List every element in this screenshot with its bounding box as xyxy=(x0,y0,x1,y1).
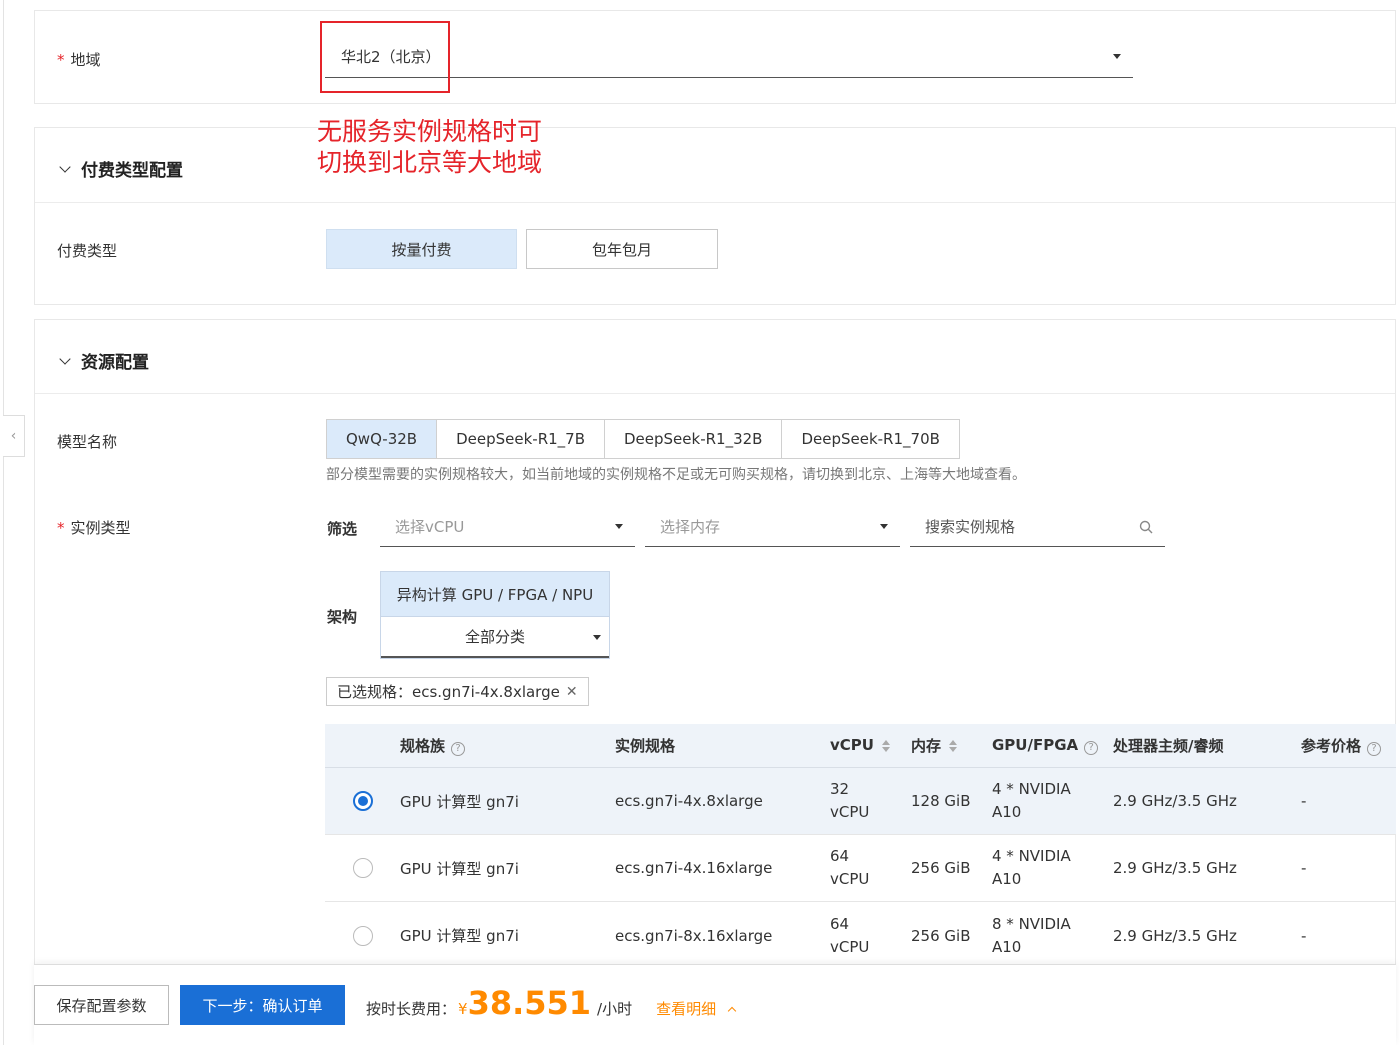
col-header-freq: 处理器主频/睿频 xyxy=(1113,737,1224,755)
vcpu-placeholder: 选择vCPU xyxy=(395,518,465,536)
billing-section-header[interactable]: 付费类型配置 xyxy=(57,156,183,181)
subscription-option[interactable]: 包年包月 xyxy=(526,229,718,269)
model-tabs: QwQ-32B DeepSeek-R1_7B DeepSeek-R1_32B D… xyxy=(326,419,960,459)
search-placeholder: 搜索实例规格 xyxy=(925,518,1016,536)
price-unit: /小时 xyxy=(597,1000,633,1018)
help-icon[interactable]: ? xyxy=(1367,741,1382,756)
divider xyxy=(35,393,1395,394)
billing-label: 付费类型 xyxy=(57,242,118,260)
col-header-spec: 实例规格 xyxy=(615,737,676,755)
chevron-down-icon xyxy=(59,160,71,173)
caret-down-icon xyxy=(880,524,888,529)
help-icon[interactable]: ? xyxy=(451,741,466,756)
filter-label: 筛选 xyxy=(327,520,358,538)
billing-panel: 付费类型配置 付费类型 按量付费 包年包月 xyxy=(34,127,1396,305)
search-icon xyxy=(1139,520,1153,533)
region-highlight-box xyxy=(320,21,450,93)
table-row[interactable]: GPU 计算型 gn7i ecs.gn7i-8x.16xlarge 64 vCPU… xyxy=(325,902,1396,969)
region-label: * 地域 xyxy=(57,51,101,69)
memory-select[interactable]: 选择内存 xyxy=(645,507,900,547)
currency-symbol: ¥ xyxy=(458,1000,468,1018)
arch-option-heterogeneous[interactable]: 异构计算 GPU / FPGA / NPU xyxy=(381,572,609,617)
tab-model-deepseek-r1-70b[interactable]: DeepSeek-R1_70B xyxy=(782,420,959,458)
arch-label: 架构 xyxy=(327,608,358,626)
tab-model-deepseek-r1-32b[interactable]: DeepSeek-R1_32B xyxy=(605,420,783,458)
required-mark: * xyxy=(57,51,65,69)
divider xyxy=(35,202,1395,203)
row-radio[interactable] xyxy=(352,858,373,878)
region-panel: * 地域 华北2（北京） xyxy=(34,10,1396,104)
col-header-family: 规格族? xyxy=(400,735,615,756)
instance-type-label: * 实例类型 xyxy=(57,519,131,537)
model-hint: 部分模型需要的实例规格较大，如当前地域的实例规格不足或无可购买规格，请切换到北京… xyxy=(326,467,1026,483)
vcpu-select[interactable]: 选择vCPU xyxy=(380,507,635,547)
memory-placeholder: 选择内存 xyxy=(660,518,721,536)
row-radio[interactable] xyxy=(352,791,373,811)
col-header-price: 参考价格? xyxy=(1301,735,1396,756)
col-header-vcpu[interactable]: vCPU xyxy=(830,734,911,757)
tab-model-deepseek-r1-7b[interactable]: DeepSeek-R1_7B xyxy=(437,420,605,458)
close-icon[interactable]: ✕ xyxy=(566,684,578,700)
annotation-text: 无服务实例规格时可 切换到北京等大地域 xyxy=(317,117,543,177)
selected-spec-tag: 已选规格：ecs.gn7i-4x.8xlarge ✕ xyxy=(326,677,589,706)
next-confirm-order-button[interactable]: 下一步：确认订单 xyxy=(180,985,345,1025)
col-header-gpu: GPU/FPGA? xyxy=(992,734,1113,757)
arch-selector: 异构计算 GPU / FPGA / NPU 全部分类 xyxy=(380,571,610,659)
model-label: 模型名称 xyxy=(57,433,118,451)
col-header-memory[interactable]: 内存 xyxy=(911,735,992,756)
caret-down-icon xyxy=(1113,53,1121,59)
sort-icon[interactable] xyxy=(949,739,958,752)
chevron-down-icon xyxy=(59,352,71,365)
price-value: 38.551 xyxy=(467,984,592,1022)
row-radio[interactable] xyxy=(352,925,373,946)
chevron-up-icon xyxy=(727,1006,737,1016)
required-mark: * xyxy=(57,519,65,537)
sort-icon[interactable] xyxy=(881,739,890,752)
caret-down-icon xyxy=(593,635,601,640)
resource-section-header[interactable]: 资源配置 xyxy=(57,348,149,373)
view-details-link[interactable]: 查看明细 xyxy=(656,998,737,1019)
sidebar-collapse-handle[interactable]: ‹ xyxy=(3,415,25,457)
tab-model-qwq-32b[interactable]: QwQ-32B xyxy=(327,420,438,458)
caret-down-icon xyxy=(615,524,623,529)
instance-search-input[interactable]: 搜索实例规格 xyxy=(910,507,1165,547)
fee-label: 按时长费用： xyxy=(366,1000,457,1018)
save-config-button[interactable]: 保存配置参数 xyxy=(34,985,169,1025)
help-icon[interactable]: ? xyxy=(1084,740,1099,755)
fee-summary: 按时长费用： ¥ 38.551 /小时 查看明细 xyxy=(366,984,737,1026)
instance-table: 规格族? 实例规格 vCPU 内存 GPU/FPGA? 处理器主频/睿频 参考价… xyxy=(325,724,1396,969)
category-select[interactable]: 全部分类 xyxy=(381,617,609,658)
pay-as-you-go-option[interactable]: 按量付费 xyxy=(326,229,517,269)
table-row[interactable]: GPU 计算型 gn7i ecs.gn7i-4x.8xlarge 32 vCPU … xyxy=(325,768,1396,835)
table-header: 规格族? 实例规格 vCPU 内存 GPU/FPGA? 处理器主频/睿频 参考价… xyxy=(325,724,1396,768)
chevron-left-icon: ‹ xyxy=(10,428,17,444)
table-row[interactable]: GPU 计算型 gn7i ecs.gn7i-4x.16xlarge 64 vCPU… xyxy=(325,835,1396,902)
